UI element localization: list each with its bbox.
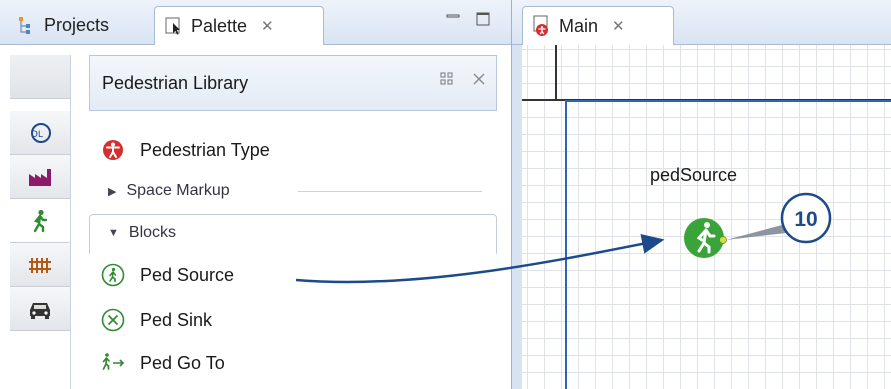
palette-icon bbox=[163, 15, 185, 37]
close-icon[interactable]: ✕ bbox=[612, 17, 625, 35]
palette-item-ped-go-to[interactable]: Ped Go To bbox=[100, 348, 225, 378]
close-icon[interactable]: ✕ bbox=[261, 17, 274, 35]
space-markup-label: Space Markup bbox=[126, 182, 230, 199]
expanded-arrow-icon: ▼ bbox=[108, 227, 119, 239]
tab-main-label: Main bbox=[559, 15, 599, 36]
palette-category-strip: DL bbox=[10, 55, 71, 389]
projects-icon bbox=[16, 14, 38, 36]
category-blank[interactable] bbox=[10, 55, 70, 99]
process-icon bbox=[29, 168, 51, 186]
collapsed-arrow-icon: ▶ bbox=[108, 185, 117, 198]
pedestrian-icon bbox=[33, 209, 47, 232]
tab-projects[interactable]: Projects bbox=[8, 6, 117, 44]
left-tab-bar: Projects Palette ✕ bbox=[0, 0, 511, 45]
frame-border-top bbox=[565, 100, 891, 102]
tab-projects-label: Projects bbox=[44, 14, 110, 35]
ped-sink-icon bbox=[100, 307, 126, 333]
category-road-icon[interactable] bbox=[10, 287, 70, 331]
palette-item-ped-sink[interactable]: Ped Sink bbox=[100, 305, 212, 335]
tab-main[interactable]: Main ✕ bbox=[522, 6, 674, 45]
pedestrian-type-label: Pedestrian Type bbox=[140, 139, 270, 160]
category-pedestrian-icon[interactable] bbox=[10, 199, 70, 243]
view-grid-icon[interactable] bbox=[440, 72, 454, 91]
graphical-editor-canvas[interactable] bbox=[522, 45, 891, 389]
palette-item-pedestrian-type[interactable]: Pedestrian Type bbox=[100, 135, 270, 165]
close-library-icon[interactable] bbox=[472, 72, 486, 91]
section-divider bbox=[298, 191, 482, 192]
ped-source-label: Ped Source bbox=[140, 264, 235, 285]
library-header[interactable]: Pedestrian Library bbox=[89, 55, 497, 111]
frame-border-left bbox=[565, 100, 567, 389]
ped-sink-label: Ped Sink bbox=[140, 309, 213, 330]
editor-tab-bar: Main ✕ bbox=[512, 0, 891, 45]
category-agent-icon[interactable]: DL bbox=[10, 111, 70, 155]
minimize-button[interactable] bbox=[444, 10, 462, 28]
origin-axis-vertical bbox=[555, 45, 557, 99]
ped-go-to-icon bbox=[100, 350, 126, 376]
category-rail-icon[interactable] bbox=[10, 243, 70, 287]
agent-icon: DL bbox=[31, 122, 51, 143]
main-editor-view: Main ✕ bbox=[512, 0, 891, 389]
rail-icon bbox=[29, 257, 51, 273]
ped-source-element-label[interactable]: pedSource bbox=[650, 165, 737, 186]
library-title: Pedestrian Library bbox=[102, 72, 249, 93]
pedestrian-type-icon bbox=[100, 137, 126, 163]
tab-palette[interactable]: Palette ✕ bbox=[154, 6, 324, 45]
blocks-label: Blocks bbox=[128, 224, 177, 241]
projects-palette-view: Projects Palette ✕ DL Pedestrian Library… bbox=[0, 0, 512, 389]
svg-text:DL: DL bbox=[31, 130, 43, 140]
agent-type-icon bbox=[531, 15, 553, 37]
section-space-markup[interactable]: ▶ Space Markup bbox=[108, 178, 230, 204]
car-icon bbox=[30, 302, 50, 319]
maximize-button[interactable] bbox=[474, 10, 492, 28]
tab-palette-label: Palette bbox=[191, 15, 248, 36]
category-process-icon[interactable] bbox=[10, 155, 70, 199]
ped-source-icon bbox=[100, 262, 126, 288]
palette-item-ped-source[interactable]: Ped Source bbox=[100, 260, 234, 290]
section-blocks[interactable]: ▼ Blocks bbox=[108, 220, 176, 246]
ped-go-to-label: Ped Go To bbox=[140, 352, 225, 373]
